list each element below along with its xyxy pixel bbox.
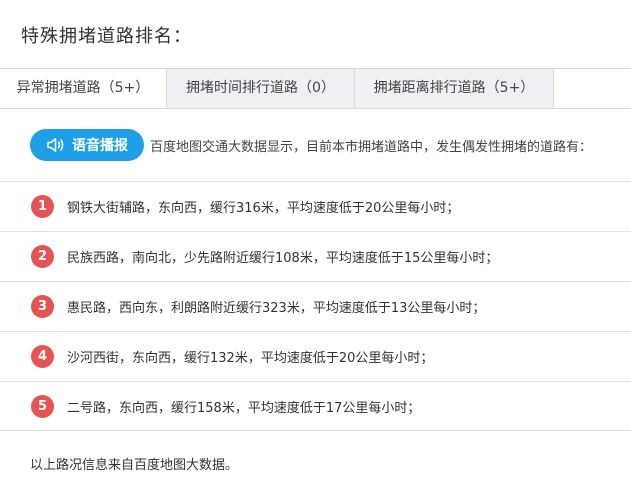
rank-badge: 2 [31,245,54,268]
source-note: 以上路况信息来自百度地图大数据。 [30,458,239,473]
rank-badge: 1 [31,195,54,218]
rank-badge: 5 [31,394,54,418]
tab-bar: 异常拥堵道路（5+） 拥堵时间排行道路（0） 拥堵距离排行道路（5+） [0,68,631,109]
intro-bar: 语音播报 百度地图交通大数据显示，目前本市拥堵道路中，发生偶发性拥堵的道路有： [30,129,592,161]
rank-badge: 3 [31,295,54,318]
list-item: 5 二号路，东向西，缓行158米，平均速度低于17公里每小时； [0,381,631,431]
road-list: 1 钢铁大街辅路，东向西，缓行316米，平均速度低于20公里每小时； 2 民族西… [0,181,631,431]
list-item: 3 惠民路，西向东，利朗路附近缓行323米，平均速度低于13公里每小时； [0,281,631,331]
intro-text: 百度地图交通大数据显示，目前本市拥堵道路中，发生偶发性拥堵的道路有： [150,139,593,155]
tab-abnormal-congestion[interactable]: 异常拥堵道路（5+） [0,69,167,108]
list-item: 1 钢铁大街辅路，东向西，缓行316米，平均速度低于20公里每小时； [0,181,631,231]
road-description: 钢铁大街辅路，东向西，缓行316米，平均速度低于20公里每小时； [67,201,460,216]
road-description: 民族西路，南向北，少先路附近缓行108米，平均速度低于15公里每小时； [67,251,499,266]
voice-broadcast-label: 语音播报 [72,138,128,154]
voice-broadcast-button[interactable]: 语音播报 [30,129,144,161]
list-item: 2 民族西路，南向北，少先路附近缓行108米，平均速度低于15公里每小时； [0,231,631,281]
speaker-icon [47,138,64,152]
road-description: 沙河西街，东向西，缓行132米，平均速度低于20公里每小时； [67,351,434,366]
tab-congestion-time-ranking[interactable]: 拥堵时间排行道路（0） [167,69,355,108]
rank-badge: 4 [31,345,54,368]
page-title: 特殊拥堵道路排名： [21,26,192,47]
road-description: 惠民路，西向东，利朗路附近缓行323米，平均速度低于13公里每小时； [67,301,486,316]
list-item: 4 沙河西街，东向西，缓行132米，平均速度低于20公里每小时； [0,331,631,381]
road-description: 二号路，东向西，缓行158米，平均速度低于17公里每小时； [67,400,421,416]
tab-congestion-distance-ranking[interactable]: 拥堵距离排行道路（5+） [355,69,554,108]
